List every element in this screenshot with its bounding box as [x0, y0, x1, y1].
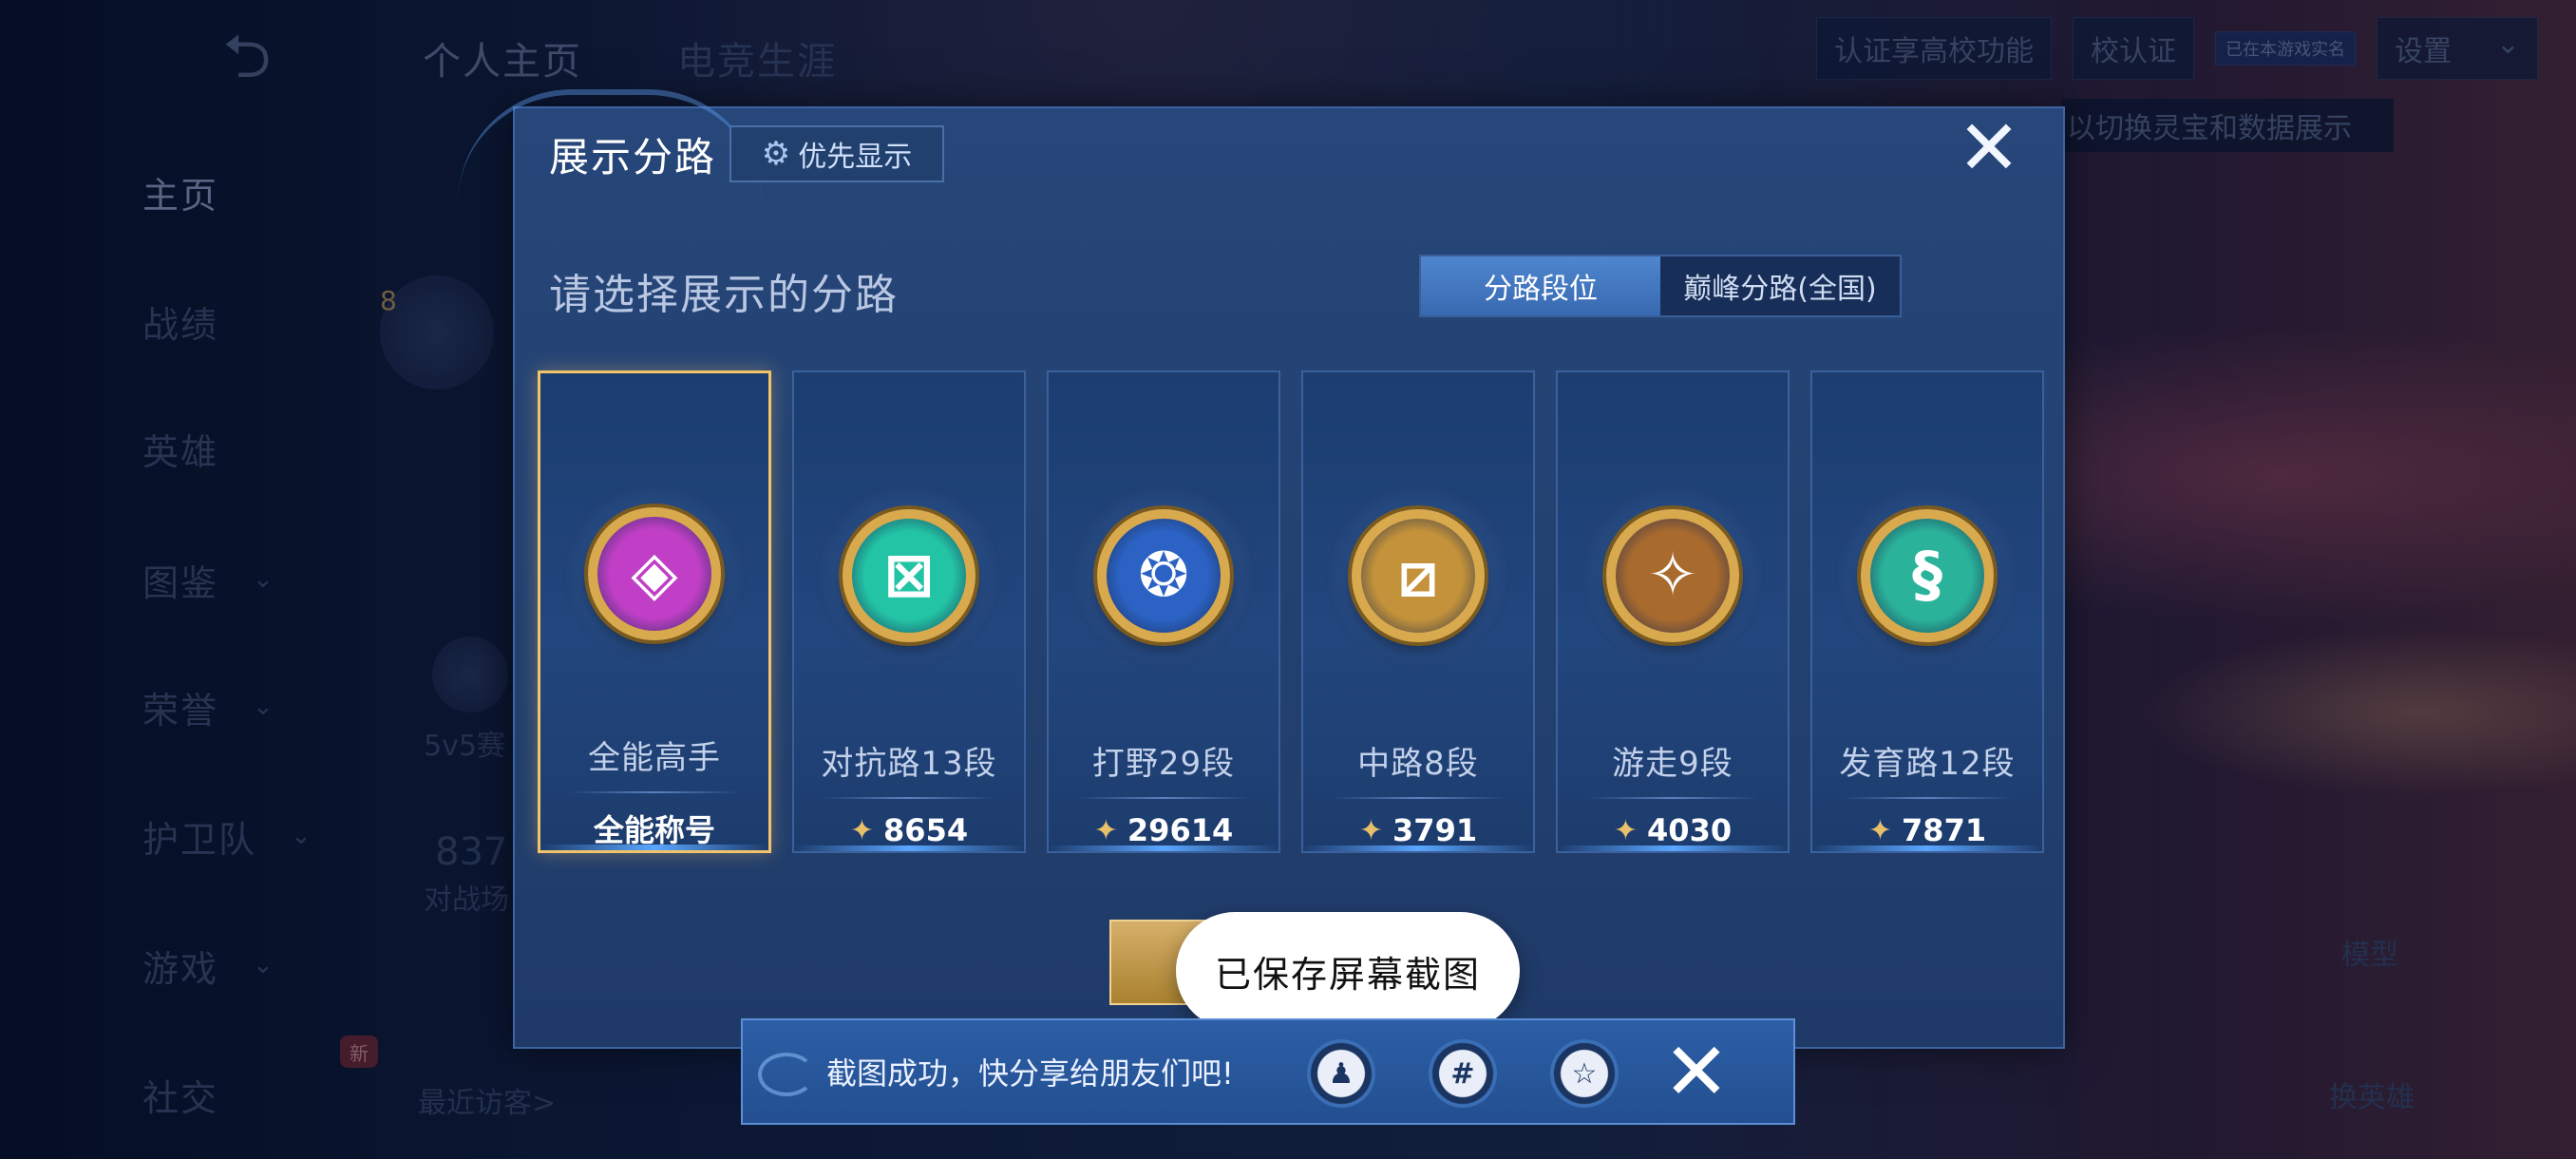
segment-control: 分路段位 巅峰分路(全国) [1419, 255, 1902, 317]
lane-score: ✦ 29614 [1094, 812, 1233, 848]
wechat-moments-icon[interactable]: # [1429, 1039, 1497, 1108]
lane-emblem-icon: ⧄ [1352, 509, 1485, 642]
lane-card[interactable]: ❂ 打野29段 ✦ 29614 [1047, 370, 1280, 853]
lane-rank-label: 打野29段 [1091, 745, 1236, 783]
lane-card[interactable]: § 发育路12段 ✦ 7871 [1810, 370, 2044, 853]
card-glow [1812, 846, 2042, 851]
share-bar: 截图成功，快分享给朋友们吧! ♟ # ☆ ✕ [741, 1018, 1795, 1125]
lane-emblem-icon: § [1861, 509, 1994, 642]
dialog-title: 展示分路 [549, 134, 717, 180]
score-icon: ✦ [849, 813, 875, 847]
divider [1333, 797, 1504, 799]
lane-score-value: 8654 [883, 812, 969, 848]
lane-emblem-icon: ❂ [1097, 509, 1230, 642]
segment-lane-rank[interactable]: 分路段位 [1421, 256, 1660, 315]
emblem-ring: ✧ [1580, 483, 1766, 669]
card-glow [1303, 846, 1533, 851]
divider [1078, 797, 1249, 799]
qq-icon[interactable]: ♟ [1307, 1039, 1375, 1108]
card-glow [794, 846, 1024, 851]
score-icon: ✦ [1093, 813, 1118, 847]
divider [1587, 797, 1758, 799]
emblem-ring: ⊠ [816, 483, 1002, 669]
lane-rank-label: 游走9段 [1612, 745, 1733, 783]
priority-display-button[interactable]: ⚙ 优先显示 [729, 125, 944, 182]
card-glow [1049, 846, 1279, 851]
lane-card[interactable]: ⧄ 中路8段 ✦ 3791 [1301, 370, 1535, 853]
lane-card[interactable]: ✧ 游走9段 ✦ 4030 [1556, 370, 1790, 853]
close-icon[interactable]: ✕ [1955, 110, 2023, 186]
lane-rank-label: 全能高手 [588, 739, 721, 778]
swirl-icon [758, 1053, 815, 1096]
lane-rank-label: 中路8段 [1357, 745, 1479, 783]
lane-score-value: 4030 [1647, 812, 1733, 848]
share-close-icon[interactable]: ✕ [1658, 1032, 1734, 1112]
score-icon: ✦ [1867, 813, 1893, 847]
lane-score-value: 3791 [1392, 812, 1478, 848]
score-icon: ✦ [1613, 813, 1638, 847]
lane-score-value: 29614 [1127, 812, 1234, 848]
screenshot-saved-toast: 已保存屏幕截图 [1176, 912, 1520, 1030]
lane-emblem-icon: ◈ [588, 506, 721, 640]
lane-card[interactable]: ⊠ 对抗路13段 ✦ 8654 [792, 370, 1026, 853]
lane-score: ✦ 3791 [1359, 812, 1477, 848]
emblem-ring: ◈ [561, 484, 748, 664]
lane-display-dialog: 展示分路 ⚙ 优先显示 ✕ 请选择展示的分路 分路段位 巅峰分路(全国) ◈ 全能… [458, 89, 2065, 1049]
score-icon: ✦ [1358, 813, 1384, 847]
divider [824, 797, 994, 799]
lane-score: ✦ 4030 [1614, 812, 1732, 848]
lane-emblem-icon: ⊠ [843, 509, 975, 642]
lane-cards: ◈ 全能高手 全能称号 ⊠ 对抗路13段 ✦ 8654 ❂ 打野29段 ✦ 29614 ⧄ 中路8段 ✦ 3… [538, 370, 2044, 853]
dialog-subtitle: 请选择展示的分路 [549, 271, 899, 319]
card-glow [540, 845, 768, 850]
segment-peak-lane[interactable]: 巅峰分路(全国) [1660, 256, 1900, 315]
lane-rank-label: 对抗路13段 [821, 745, 997, 783]
gear-icon: ⚙ [761, 135, 791, 173]
emblem-ring: § [1834, 483, 2020, 669]
lane-emblem-icon: ✧ [1606, 509, 1739, 642]
card-glow [1558, 846, 1788, 851]
divider [1842, 797, 2013, 799]
qzone-icon[interactable]: ☆ [1550, 1039, 1619, 1108]
lane-score: ✦ 8654 [850, 812, 968, 848]
share-text: 截图成功，快分享给朋友们吧! [826, 1055, 1234, 1092]
divider [569, 791, 740, 793]
emblem-ring: ❂ [1070, 483, 1257, 669]
emblem-ring: ⧄ [1325, 483, 1511, 669]
lane-rank-label: 发育路12段 [1839, 745, 2016, 783]
lane-score: ✦ 7871 [1868, 812, 1986, 848]
lane-card[interactable]: ◈ 全能高手 全能称号 [538, 370, 771, 853]
priority-label: 优先显示 [798, 141, 913, 174]
lane-score-value: 7871 [1902, 812, 1987, 848]
